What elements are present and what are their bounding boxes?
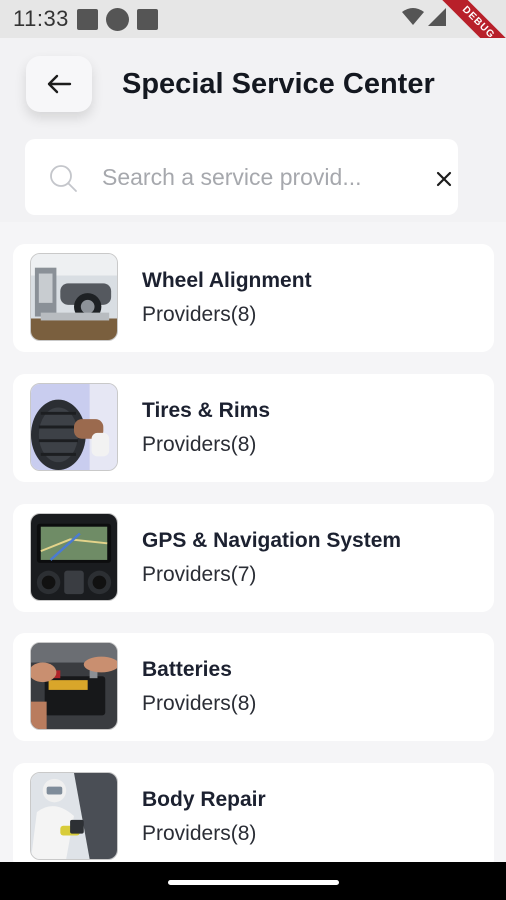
tires-rims-image <box>30 383 118 471</box>
notification-icon <box>76 8 98 30</box>
service-name: Batteries <box>142 658 232 681</box>
service-card-wheel-alignment[interactable]: Wheel Alignment Providers(8) <box>13 244 494 352</box>
search-icon <box>50 165 77 192</box>
service-card-body-repair[interactable]: Body Repair Providers(8) <box>13 763 494 871</box>
service-name: Body Repair <box>142 788 266 811</box>
service-card-gps-navigation[interactable]: GPS & Navigation System Providers(7) <box>13 504 494 612</box>
system-nav-bar <box>0 862 506 900</box>
status-icons <box>402 8 446 26</box>
body-repair-image <box>30 772 118 860</box>
wheel-alignment-image <box>30 253 118 341</box>
search-input[interactable] <box>100 157 394 197</box>
wifi-icon <box>402 8 424 25</box>
arrow-left-icon <box>47 74 72 94</box>
provider-count: Providers(7) <box>142 563 257 586</box>
status-bar: 11:33 DEBUG <box>0 0 506 72</box>
back-button[interactable] <box>26 56 92 112</box>
provider-count: Providers(8) <box>142 692 257 715</box>
gps-navigation-image <box>30 513 118 601</box>
app-screen: 11:33 DEBUG Special Service Center Searc… <box>0 0 506 900</box>
provider-count: Providers(8) <box>142 433 257 456</box>
notification-icon-2 <box>136 8 158 30</box>
page-title: Special Service Center <box>122 68 435 100</box>
close-icon <box>436 171 452 187</box>
service-card-tires-rims[interactable]: Tires & Rims Providers(8) <box>13 374 494 482</box>
service-name: GPS & Navigation System <box>142 529 402 552</box>
service-card-batteries[interactable]: Batteries Providers(8) <box>13 633 494 741</box>
provider-count: Providers(8) <box>142 303 257 326</box>
signal-icon <box>428 8 446 26</box>
batteries-image <box>30 642 118 730</box>
search-bar <box>25 139 458 215</box>
page-header: Special Service Center <box>0 38 506 222</box>
home-gesture-handle[interactable] <box>168 880 339 885</box>
provider-count: Providers(8) <box>142 822 257 845</box>
status-time: 11:33 <box>13 6 69 31</box>
service-name: Wheel Alignment <box>142 269 312 292</box>
clear-search-button[interactable] <box>429 164 459 194</box>
service-name: Tires & Rims <box>142 399 270 422</box>
app-notification-icon <box>105 7 129 31</box>
